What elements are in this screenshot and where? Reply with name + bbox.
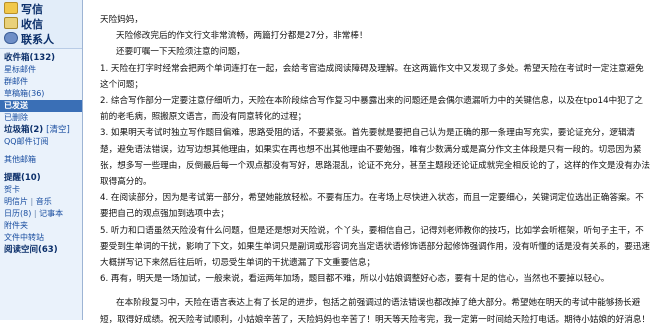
top-buttons: 写信 收信 联系人	[0, 0, 82, 49]
letter-point: 1. 天险在打字时经常会把两个单词连打在一起，会给考官造成阅读障碍及理解。在这两…	[100, 63, 644, 90]
greeting-card-link[interactable]: 贺卡	[0, 184, 82, 196]
letter-intro-line: 还要叮嘱一下天险须注意的问题，	[116, 47, 245, 58]
reading-space-link[interactable]: 阅读空间(63)	[0, 244, 82, 256]
attachments-link[interactable]: 附件夹	[0, 220, 82, 232]
letter-intro-line: 天险修改完后的作文行文非常流畅，两篇打分都是27分，非常棒！	[116, 31, 368, 42]
contacts-icon	[4, 32, 18, 44]
contacts-button[interactable]: 联系人	[0, 32, 82, 47]
envelope-icon	[4, 17, 18, 29]
letter-closing: 在本阶段复习中，天险在语言表达上有了长足的进步，包括之前强调过的语法错误也都改掉…	[100, 298, 651, 325]
folder-starred[interactable]: 星标邮件	[0, 64, 82, 76]
qq-subscription-link[interactable]: QQ邮件订阅	[0, 136, 82, 148]
folder-deleted[interactable]: 已删除	[0, 112, 82, 124]
memo-link[interactable]: 记事本	[39, 209, 63, 218]
folder-inbox[interactable]: 收件箱(132)	[0, 52, 82, 64]
card-links: 明信片 | 音乐	[4, 197, 52, 206]
letter-point: 2. 综合写作部分一定要注意仔细听力，天险在本阶段综合写作复习中暴露出来的问题还…	[100, 96, 643, 123]
reminder-link[interactable]: 提醒(10)	[0, 172, 82, 184]
folder-trash[interactable]: 垃圾箱(2) [清空]	[0, 124, 82, 136]
letter-greeting: 天险妈妈，	[100, 15, 143, 25]
folder-sent[interactable]: 已发送	[0, 100, 82, 112]
pencil-icon	[4, 2, 18, 14]
message-body: 天险妈妈， 天险修改完后的作文行文非常流畅，两篇打分都是27分，非常棒！ 还要叮…	[100, 12, 650, 328]
music-card-link[interactable]: 音乐	[36, 197, 52, 206]
postcard-link[interactable]: 明信片	[4, 197, 28, 206]
folder-list: 收件箱(132) 星标邮件 群邮件 草稿箱(36) 已发送 已删除 垃圾箱(2)…	[0, 49, 82, 256]
calendar-link[interactable]: 日历(8)	[4, 209, 31, 218]
receive-button[interactable]: 收信	[0, 17, 82, 32]
folder-trash-label: 垃圾箱(2)	[4, 125, 44, 135]
calendar-links: 日历(8) | 记事本	[4, 209, 64, 218]
letter-point: 4. 在阅读部分，因为是考试第一部分，希望她能放轻松。不要有压力。在考场上尽快进…	[100, 193, 644, 220]
compose-button[interactable]: 写信	[0, 2, 82, 17]
letter-point: 5. 听力和口语虽然天险没有什么问题，但是还是想对天险说，个丫头，要相信自己，记…	[100, 225, 651, 269]
letter-point: 6. 再有，明天是一场加试，一般来说，看运两年加场，题目都不难，所以小姑娘调整好…	[100, 274, 610, 285]
letter-point: 3. 如果明天考试时独立写作题目偏难，思路受阻的话，不要紧张。首先要就是要把自己…	[100, 128, 651, 188]
sidebar: 写信 收信 联系人 收件箱(132) 星标邮件 群邮件 草稿箱(36) 已发送 …	[0, 0, 83, 320]
file-transfer-link[interactable]: 文件中转站	[0, 232, 82, 244]
folder-drafts[interactable]: 草稿箱(36)	[0, 88, 82, 100]
clear-trash-link[interactable]: [清空]	[46, 125, 70, 135]
folder-groups[interactable]: 群邮件	[0, 76, 82, 88]
other-mailbox-link[interactable]: 其他邮箱	[0, 154, 82, 166]
